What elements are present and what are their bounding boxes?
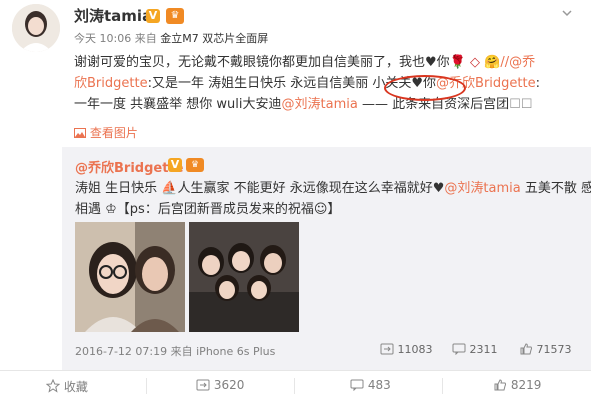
repost-count-value: 11083	[397, 343, 433, 356]
lips-icon: ◇	[465, 55, 485, 70]
repost-text-line1c: 五美不散 感谢	[524, 181, 591, 196]
comment-button[interactable]: 483	[350, 378, 391, 392]
post-text-line3: 一年一度 共襄盛举 想你 wuli大安迪	[74, 97, 282, 112]
smile-emoji-icon: 🤗	[484, 55, 501, 70]
repost-source[interactable]: iPhone 6s Plus	[196, 345, 275, 358]
member-crown-icon[interactable]: ♛	[186, 158, 204, 172]
view-pictures-link[interactable]: 查看图片	[74, 124, 138, 141]
like-count: 8219	[510, 378, 542, 392]
repost-button[interactable]: 3620	[196, 378, 244, 392]
like-icon	[520, 343, 533, 356]
member-crown-icon[interactable]: ♛	[166, 8, 184, 24]
favorite-label: 收藏	[63, 380, 88, 394]
mention-link[interactable]: 欣Bridgette	[74, 76, 148, 91]
post-text-line2: :又是一年 涛姐生日快乐 永远自信美丽	[147, 76, 373, 91]
mention-link[interactable]: @刘涛tamia	[444, 181, 520, 196]
photo-thumbnail[interactable]	[75, 222, 185, 332]
heart-icon: ♥	[432, 181, 445, 196]
highlight-circle	[384, 75, 466, 101]
verified-badge-icon: V	[146, 9, 160, 23]
view-pictures-label: 查看图片	[89, 126, 138, 140]
repost-text-line1: 涛姐 生日快乐	[75, 181, 162, 196]
heart-icon: ♥	[425, 55, 437, 70]
repost-meta: 2016-7-12 07:19 来自 iPhone 6s Plus	[75, 343, 275, 359]
ship-emoji-icon: ⛵	[161, 181, 178, 196]
repost-text-line2c: 】	[327, 202, 341, 217]
rose-icon: 🌹	[449, 55, 466, 70]
post-text-colon: :	[535, 76, 541, 91]
post-time[interactable]: 今天 10:06	[74, 32, 131, 45]
verified-badge-icon: V	[168, 158, 182, 172]
comment-icon	[350, 378, 364, 392]
post-text-ni: 你	[436, 55, 450, 70]
repost-count: 3620	[213, 378, 245, 392]
chevron-down-icon[interactable]	[560, 6, 574, 20]
star-icon	[46, 379, 60, 394]
comment-icon	[452, 343, 466, 356]
hat-emoji-icon: ♔	[105, 202, 117, 217]
author-name[interactable]: 刘涛tamia	[74, 6, 152, 26]
from-label: 来自	[134, 32, 157, 45]
repost-icon	[380, 343, 394, 356]
repost-like-count[interactable]: 71573	[520, 343, 572, 356]
repost-icon	[196, 378, 210, 392]
divider	[442, 378, 443, 394]
box-emoji-icon: ☐☐	[509, 97, 533, 112]
mention-link[interactable]: @乔	[509, 55, 535, 70]
like-icon	[494, 378, 507, 392]
post-meta: 今天 10:06 来自 金立M7 双芯片全面屏	[74, 31, 268, 47]
from-label: 来自	[170, 345, 193, 358]
post-source[interactable]: 金立M7 双芯片全面屏	[160, 32, 268, 45]
like-count-value: 71573	[536, 343, 572, 356]
repost-text-line2b: 【ps：后宫团新晋成员发来的祝福	[116, 202, 314, 217]
avatar[interactable]	[12, 4, 60, 52]
repost-repost-count[interactable]: 11083	[380, 343, 433, 356]
post-text-line1: 谢谢可爱的宝贝，无论戴不戴眼镜你都更加自信美丽了，我也	[74, 55, 426, 70]
divider	[146, 378, 147, 394]
divider	[294, 378, 295, 394]
repost-time[interactable]: 2016-7-12 07:19	[75, 345, 167, 358]
photo-thumbnail[interactable]	[189, 222, 299, 332]
repost-comment-count[interactable]: 2311	[452, 343, 498, 356]
picture-icon	[74, 126, 90, 140]
comment-count: 483	[367, 378, 391, 392]
smile-emoji-icon: ☺	[313, 202, 328, 217]
repost-text-line1b: 人生赢家 不能更好 永远像现在这么幸福就好	[177, 181, 433, 196]
favorite-button[interactable]: 收藏	[46, 378, 88, 395]
comment-count-value: 2311	[469, 343, 498, 356]
repost-separator: //	[500, 55, 510, 70]
mention-link[interactable]: @刘涛tamia	[282, 97, 358, 112]
like-button[interactable]: 8219	[494, 378, 541, 392]
repost-text-line2: 相遇	[75, 202, 106, 217]
